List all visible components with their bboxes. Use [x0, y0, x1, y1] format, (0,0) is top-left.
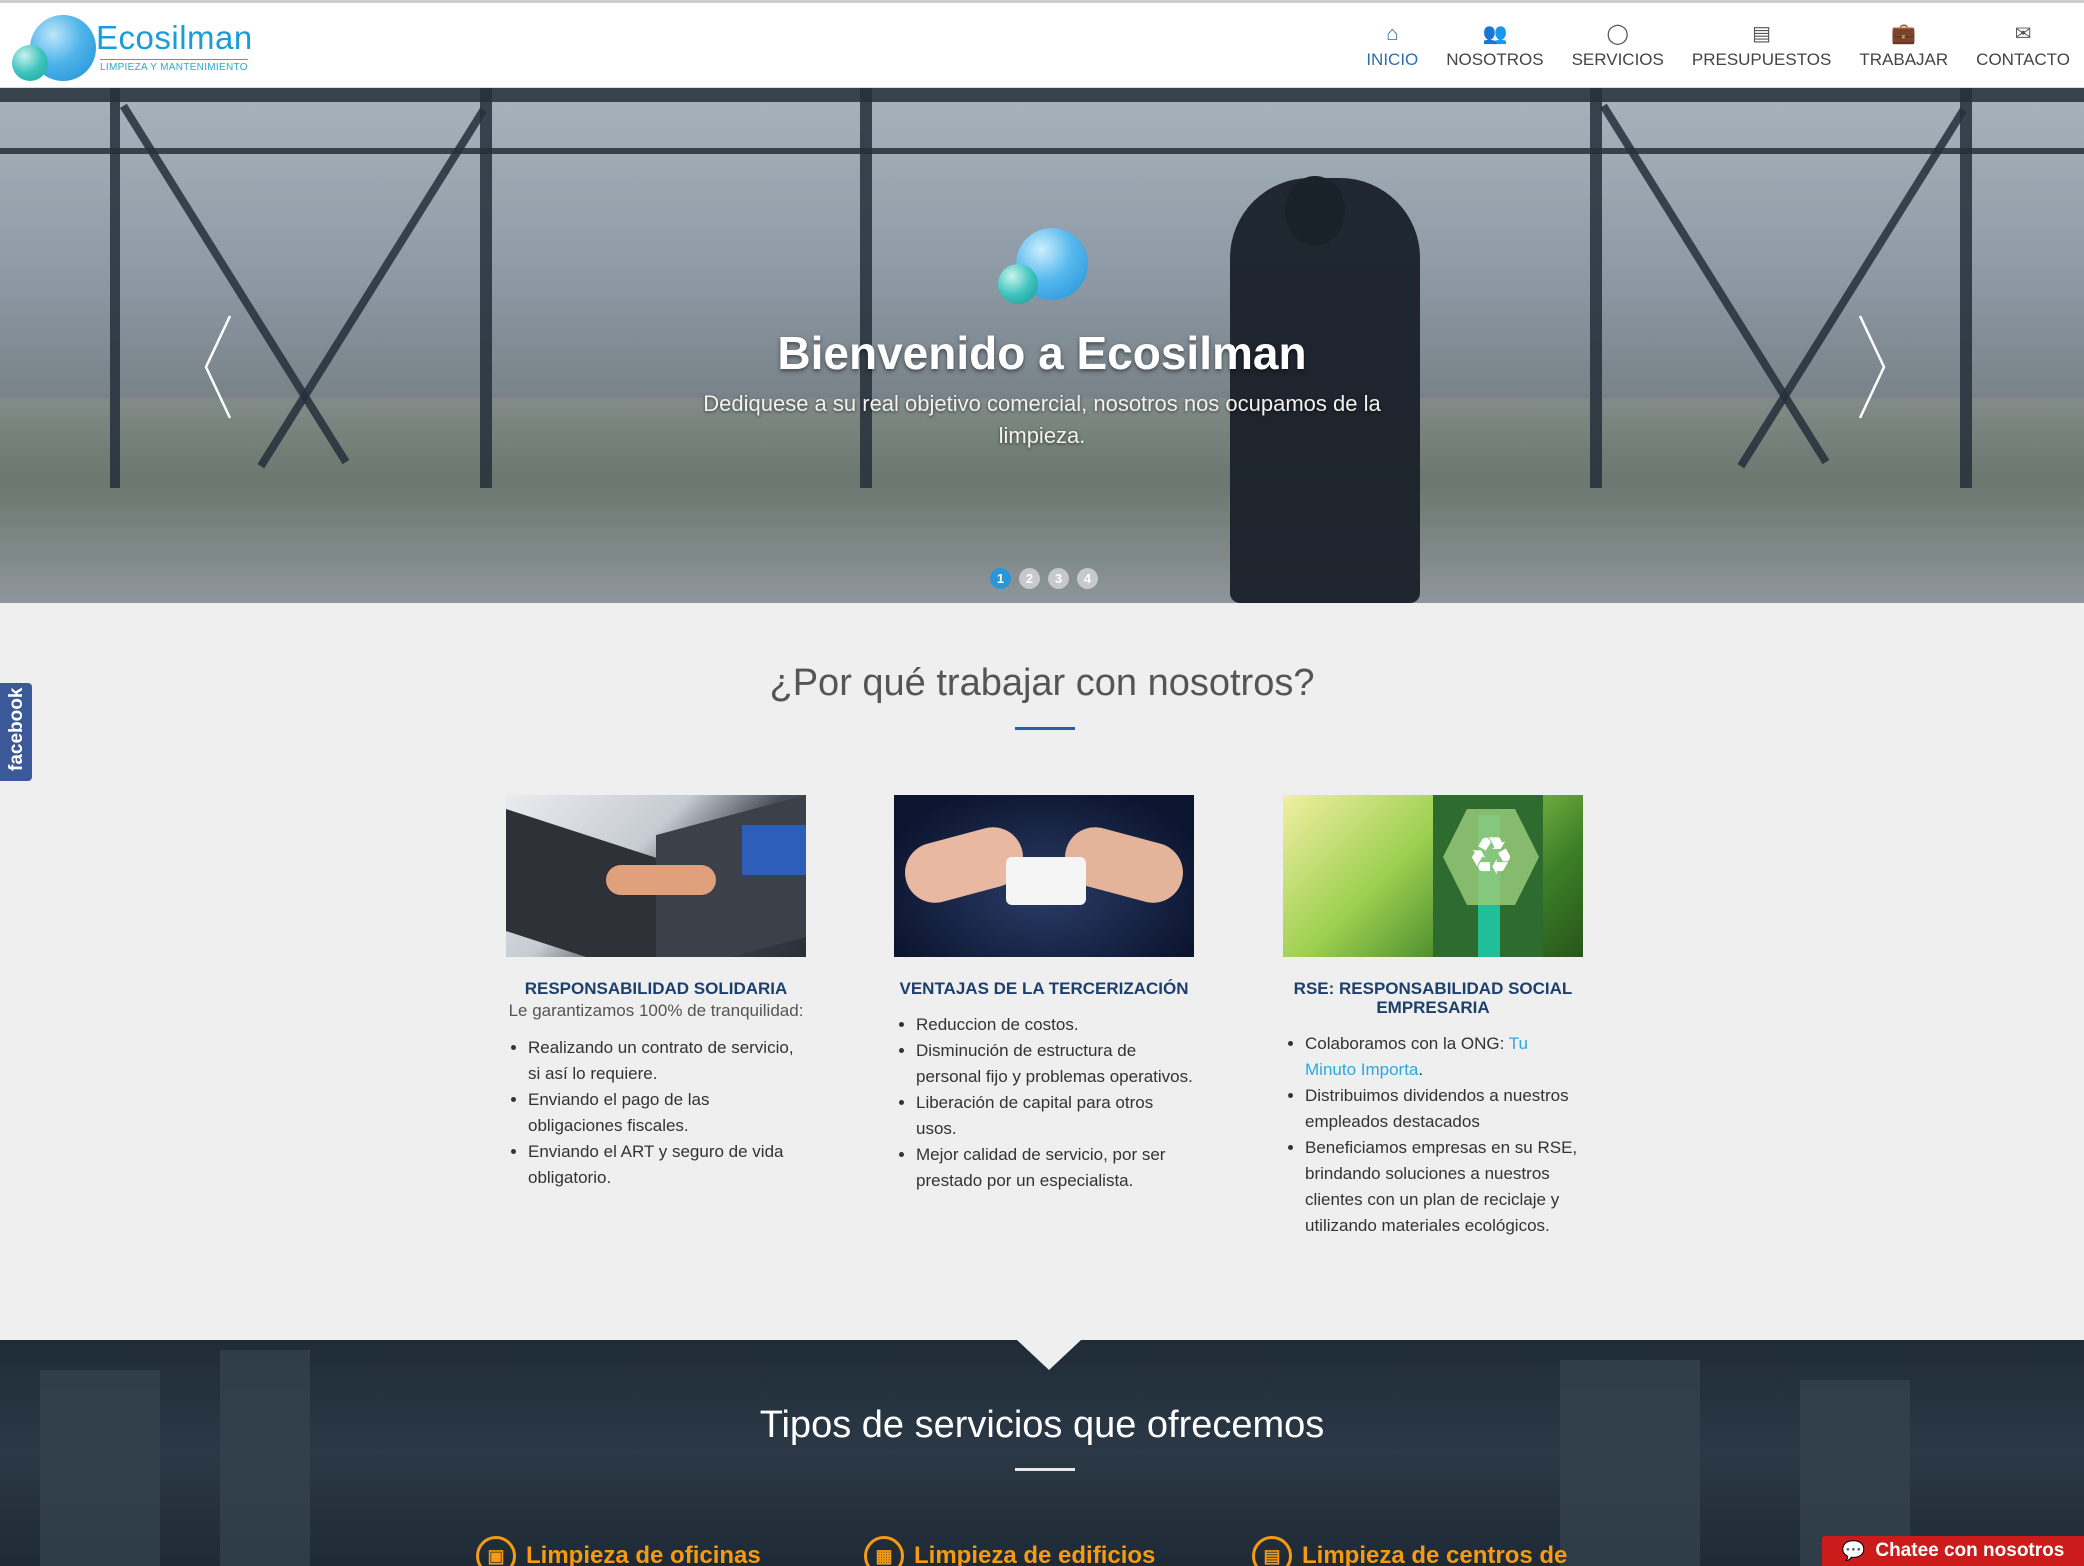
nav-label: CONTACTO [1976, 49, 2070, 69]
service-centros[interactable]: ▤ Limpieza de centros de [1252, 1536, 1567, 1566]
list-icon: ▤ [1752, 22, 1772, 45]
hero-bubble-small [998, 264, 1038, 304]
nav-item-nosotros[interactable]: 👥 NOSOTROS [1432, 3, 1557, 88]
service-edificios[interactable]: ▦ Limpieza de edificios [864, 1536, 1155, 1566]
service-oficinas[interactable]: ▣ Limpieza de oficinas [476, 1536, 761, 1566]
section-divider [1015, 727, 1075, 730]
card-title: RESPONSABILIDAD SOLIDARIA [524, 979, 788, 998]
section-notch [1017, 1340, 1081, 1370]
image-shape [742, 825, 806, 875]
service-label: Limpieza de centros de [1302, 1542, 1568, 1566]
chevron-right-icon [1858, 315, 1886, 419]
list-item: Enviando el ART y seguro de vida obligat… [528, 1139, 806, 1191]
nav-label: PRESUPUESTOS [1691, 49, 1832, 69]
list-item-text: . [1418, 1060, 1424, 1079]
chevron-left-icon [204, 315, 232, 419]
list-item: Disminución de estructura de personal fi… [916, 1038, 1194, 1090]
card-title: VENTAJAS DE LA TERCERIZACIÓN [899, 979, 1189, 998]
nav-item-contacto[interactable]: ✉ CONTACTO [1962, 3, 2084, 88]
logo-bubble-small [12, 45, 48, 81]
carousel-dot[interactable]: 4 [1077, 568, 1098, 589]
hero-title: Bienvenido a Ecosilman [777, 327, 1307, 379]
nav-item-servicios[interactable]: ◯ SERVICIOS [1558, 3, 1678, 88]
nav-label: TRABAJAR [1859, 49, 1949, 69]
users-icon: 👥 [1482, 22, 1508, 45]
recycle-image: ♻ [1283, 795, 1583, 957]
nav-label: INICIO [1366, 49, 1419, 69]
refresh-icon: ◯ [1606, 22, 1629, 45]
nav-item-presupuestos[interactable]: ▤ PRESUPUESTOS [1678, 3, 1846, 88]
site-header: Ecosilman LIMPIEZA Y MANTENIMIENTO ⌂ INI… [0, 0, 2084, 88]
card-intro: Le garantizamos 100% de tranquilidad: [508, 1001, 804, 1020]
service-label: Limpieza de edificios [914, 1542, 1156, 1566]
handshake-image [506, 795, 806, 957]
image-shape [1006, 857, 1086, 905]
main-nav: ⌂ INICIO 👥 NOSOTROS ◯ SERVICIOS ▤ PRESUP… [1352, 3, 2084, 88]
carousel-dot[interactable]: 3 [1048, 568, 1069, 589]
building-icon: ▦ [864, 1536, 904, 1566]
briefcase-icon: 💼 [1891, 22, 1917, 45]
hospital-icon: ▤ [1252, 1536, 1292, 1566]
services-title: Tipos de servicios que ofrecemos [759, 1404, 1325, 1446]
home-icon: ⌂ [1386, 22, 1399, 45]
chat-widget-button[interactable]: 💬 Chatee con nosotros [1822, 1536, 2084, 1566]
nav-label: NOSOTROS [1446, 49, 1544, 69]
briefcase-icon: ▣ [476, 1536, 516, 1566]
hero-subtitle: Dediquese a su real objetivo comercial, … [703, 391, 1381, 448]
why-card-tercerizacion: VENTAJAS DE LA TERCERIZACIÓN Reduccion d… [894, 795, 1194, 1194]
services-section: Tipos de servicios que ofrecemos ▣ Limpi… [0, 1340, 2084, 1566]
list-item: Beneficiamos empresas en su RSE, brindan… [1305, 1135, 1583, 1239]
list-item: Realizando un contrato de servicio, si a… [528, 1035, 806, 1087]
bg-building [1560, 1360, 1700, 1566]
list-item-text: Colaboramos con la ONG: [1305, 1034, 1509, 1053]
list-item: Liberación de capital para otros usos. [916, 1090, 1194, 1142]
carousel-next-button[interactable] [1850, 312, 1890, 422]
chat-label: Chatee con nosotros [1875, 1540, 2065, 1561]
carousel-dot[interactable]: 2 [1019, 568, 1040, 589]
carousel-indicators: 1 2 3 4 [990, 568, 1098, 589]
card-list: Colaboramos con la ONG: Tu Minuto Import… [1283, 1031, 1583, 1239]
image-shape [606, 865, 716, 895]
hero-logo-bubbles [996, 228, 1092, 308]
chat-icon: 💬 [1841, 1541, 1866, 1562]
nav-item-trabajar[interactable]: 💼 TRABAJAR [1845, 3, 1962, 88]
why-card-responsabilidad: RESPONSABILIDAD SOLIDARIA Le garantizamo… [506, 795, 806, 1191]
envelope-icon: ✉ [2014, 22, 2032, 45]
card-title: RSE: RESPONSABILIDAD SOCIAL EMPRESARIA [1293, 979, 1573, 1017]
nav-label: SERVICIOS [1571, 49, 1664, 69]
list-item: Reduccion de costos. [916, 1012, 1194, 1038]
list-item: Mejor calidad de servicio, por ser prest… [916, 1142, 1194, 1194]
brand-tagline: LIMPIEZA Y MANTENIMIENTO [100, 59, 248, 73]
bg-building [220, 1350, 310, 1566]
carousel-dot[interactable]: 1 [990, 568, 1011, 589]
bg-building [40, 1370, 160, 1566]
card-list: Reduccion de costos. Disminución de estr… [894, 1012, 1194, 1194]
brand-name: Ecosilman [96, 19, 253, 56]
card-list: Realizando un contrato de servicio, si a… [506, 1035, 806, 1191]
hero-carousel: Bienvenido a Ecosilman Dediquese a su re… [0, 88, 2084, 603]
list-item: Enviando el pago de las obligaciones fis… [528, 1087, 806, 1139]
list-item: Distribuimos dividendos a nuestros emple… [1305, 1083, 1583, 1135]
why-section-title: ¿Por qué trabajar con nosotros? [769, 662, 1315, 704]
puzzle-image [894, 795, 1194, 957]
site-logo[interactable]: Ecosilman LIMPIEZA Y MANTENIMIENTO [10, 13, 253, 81]
service-label: Limpieza de oficinas [526, 1542, 761, 1566]
list-item: Colaboramos con la ONG: Tu Minuto Import… [1305, 1031, 1583, 1083]
nav-item-inicio[interactable]: ⌂ INICIO [1352, 3, 1432, 88]
carousel-prev-button[interactable] [200, 312, 240, 422]
section-divider [1015, 1468, 1075, 1471]
why-card-rse: ♻ RSE: RESPONSABILIDAD SOCIAL EMPRESARIA… [1283, 795, 1583, 1239]
